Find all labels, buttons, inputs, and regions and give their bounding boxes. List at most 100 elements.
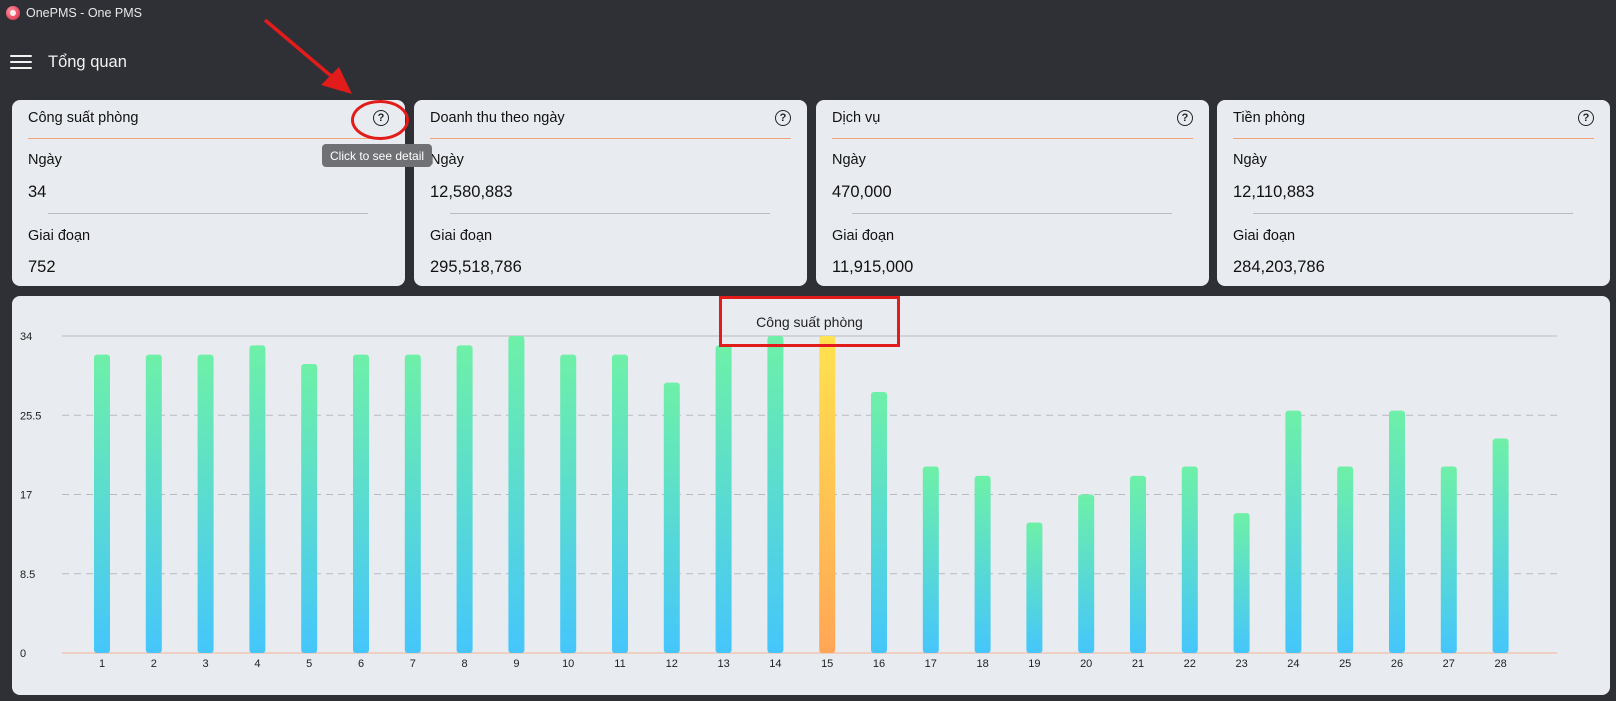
bar-18[interactable] — [974, 475, 991, 653]
x-tick-label: 22 — [1184, 658, 1196, 670]
card-room-charges: Tiền phòng ? Ngày 12,110,883 Giai đoạn 2… — [1217, 100, 1610, 286]
bar-3[interactable] — [197, 354, 214, 653]
period-value: 11,915,000 — [832, 258, 914, 276]
period-value: 284,203,786 — [1233, 258, 1325, 276]
x-tick-label: 12 — [666, 658, 678, 670]
card-divider — [832, 138, 1193, 139]
x-tick-label: 27 — [1443, 658, 1455, 670]
period-label: Giai đoạn — [1233, 228, 1296, 244]
bar-12[interactable] — [663, 382, 680, 653]
card-title: Tiền phòng — [1233, 110, 1306, 126]
y-tick-label: 34 — [20, 331, 32, 343]
bar-28[interactable] — [1492, 438, 1509, 653]
bar-8[interactable] — [456, 345, 473, 653]
bar-26[interactable] — [1389, 410, 1405, 653]
day-label: Ngày — [832, 152, 866, 168]
bar-19[interactable] — [1026, 522, 1043, 653]
hamburger-menu-icon[interactable] — [10, 53, 32, 71]
y-tick-label: 17 — [20, 490, 32, 502]
window-title: OnePMS - One PMS — [26, 6, 143, 20]
x-tick-label: 20 — [1080, 658, 1092, 670]
bar-23[interactable] — [1233, 513, 1250, 653]
x-tick-label: 9 — [513, 658, 519, 670]
bar-7[interactable] — [404, 354, 421, 653]
card-room-occupancy: Công suất phòng ? Ngày 34 Giai đoạn 752 — [12, 100, 405, 286]
x-tick-label: 21 — [1132, 658, 1144, 670]
card-separator — [48, 213, 368, 214]
card-title: Doanh thu theo ngày — [430, 110, 565, 126]
card-separator — [852, 213, 1172, 214]
y-tick-label: 25.5 — [20, 410, 41, 422]
bar-15[interactable] — [819, 336, 836, 653]
day-value: 12,580,883 — [430, 183, 513, 201]
bar-22[interactable] — [1181, 466, 1198, 653]
bar-1[interactable] — [94, 354, 110, 653]
x-tick-label: 18 — [976, 658, 988, 670]
card-divider — [1233, 138, 1594, 139]
x-tick-label: 4 — [254, 658, 260, 670]
bar-17[interactable] — [922, 466, 939, 653]
x-tick-label: 11 — [614, 658, 625, 670]
x-tick-label: 16 — [873, 658, 885, 670]
annotation-arrow — [263, 18, 352, 94]
chart-panel: 0 8.5 17 25.5 34 1 2 3 4 5 6 7 8 9 10 11 12 13 14 15 16 17 18 1… — [12, 296, 1610, 695]
x-tick-label: 14 — [769, 658, 781, 670]
period-value: 752 — [28, 258, 56, 276]
x-tick-label: 2 — [151, 658, 157, 670]
period-label: Giai đoạn — [430, 228, 493, 244]
card-separator — [1253, 213, 1573, 214]
app-logo-icon — [6, 6, 20, 20]
bar-14[interactable] — [767, 336, 784, 653]
bar-4[interactable] — [249, 345, 266, 653]
bar-13[interactable] — [715, 345, 732, 653]
question-circle-icon[interactable]: ? — [775, 110, 791, 126]
card-services: Dịch vụ ? Ngày 470,000 Giai đoạn 11,915,… — [816, 100, 1209, 286]
x-tick-label: 7 — [410, 658, 416, 670]
tooltip: Click to see detail — [322, 144, 433, 167]
x-tick-label: 5 — [306, 658, 312, 670]
day-label: Ngày — [1233, 152, 1267, 168]
x-tick-label: 26 — [1391, 658, 1403, 670]
x-tick-label: 3 — [203, 658, 209, 670]
window-titlebar: OnePMS - One PMS — [0, 0, 1616, 26]
card-divider — [430, 138, 791, 139]
card-title: Dịch vụ — [832, 110, 881, 126]
bar-9[interactable] — [508, 336, 525, 653]
question-circle-icon[interactable]: ? — [1177, 110, 1193, 126]
x-tick-label: 28 — [1494, 658, 1506, 670]
x-tick-label: 19 — [1028, 658, 1040, 670]
x-tick-label: 13 — [717, 658, 729, 670]
x-tick-label: 8 — [462, 658, 468, 670]
bar-5[interactable] — [301, 363, 318, 653]
x-tick-label: 10 — [562, 658, 574, 670]
period-label: Giai đoạn — [832, 228, 895, 244]
bar-24[interactable] — [1285, 410, 1302, 653]
x-tick-label: 23 — [1235, 658, 1247, 670]
page-title: Tổng quan — [48, 52, 127, 71]
card-title: Công suất phòng — [28, 110, 139, 126]
x-tick-label: 24 — [1287, 658, 1299, 670]
bar-16[interactable] — [871, 391, 887, 653]
chart-title: Công suất phòng — [719, 296, 900, 347]
period-value: 295,518,786 — [430, 258, 522, 276]
bar-10[interactable] — [560, 354, 577, 653]
period-label: Giai đoạn — [28, 228, 91, 244]
x-tick-label: 6 — [358, 658, 364, 670]
x-tick-label: 1 — [99, 658, 105, 670]
card-separator — [450, 213, 770, 214]
y-tick-label: 8.5 — [20, 569, 35, 581]
question-circle-icon[interactable]: ? — [1578, 110, 1594, 126]
day-value: 12,110,883 — [1233, 183, 1315, 201]
bar-6[interactable] — [353, 354, 369, 653]
bar-25[interactable] — [1337, 466, 1354, 653]
bar-27[interactable] — [1440, 466, 1457, 653]
day-label: Ngày — [28, 152, 62, 168]
bar-chart: 08.51725.5341 2 3 4 5 6 7 8 9 10 11 12 13 14 15 16 17 18 1… — [20, 331, 1557, 670]
card-divider — [28, 138, 389, 139]
bar-21[interactable] — [1130, 475, 1146, 653]
bar-2[interactable] — [145, 354, 162, 653]
bar-20[interactable] — [1078, 494, 1095, 654]
y-tick-label: 0 — [20, 648, 26, 660]
day-value: 34 — [28, 183, 47, 201]
bar-11[interactable] — [612, 354, 628, 653]
